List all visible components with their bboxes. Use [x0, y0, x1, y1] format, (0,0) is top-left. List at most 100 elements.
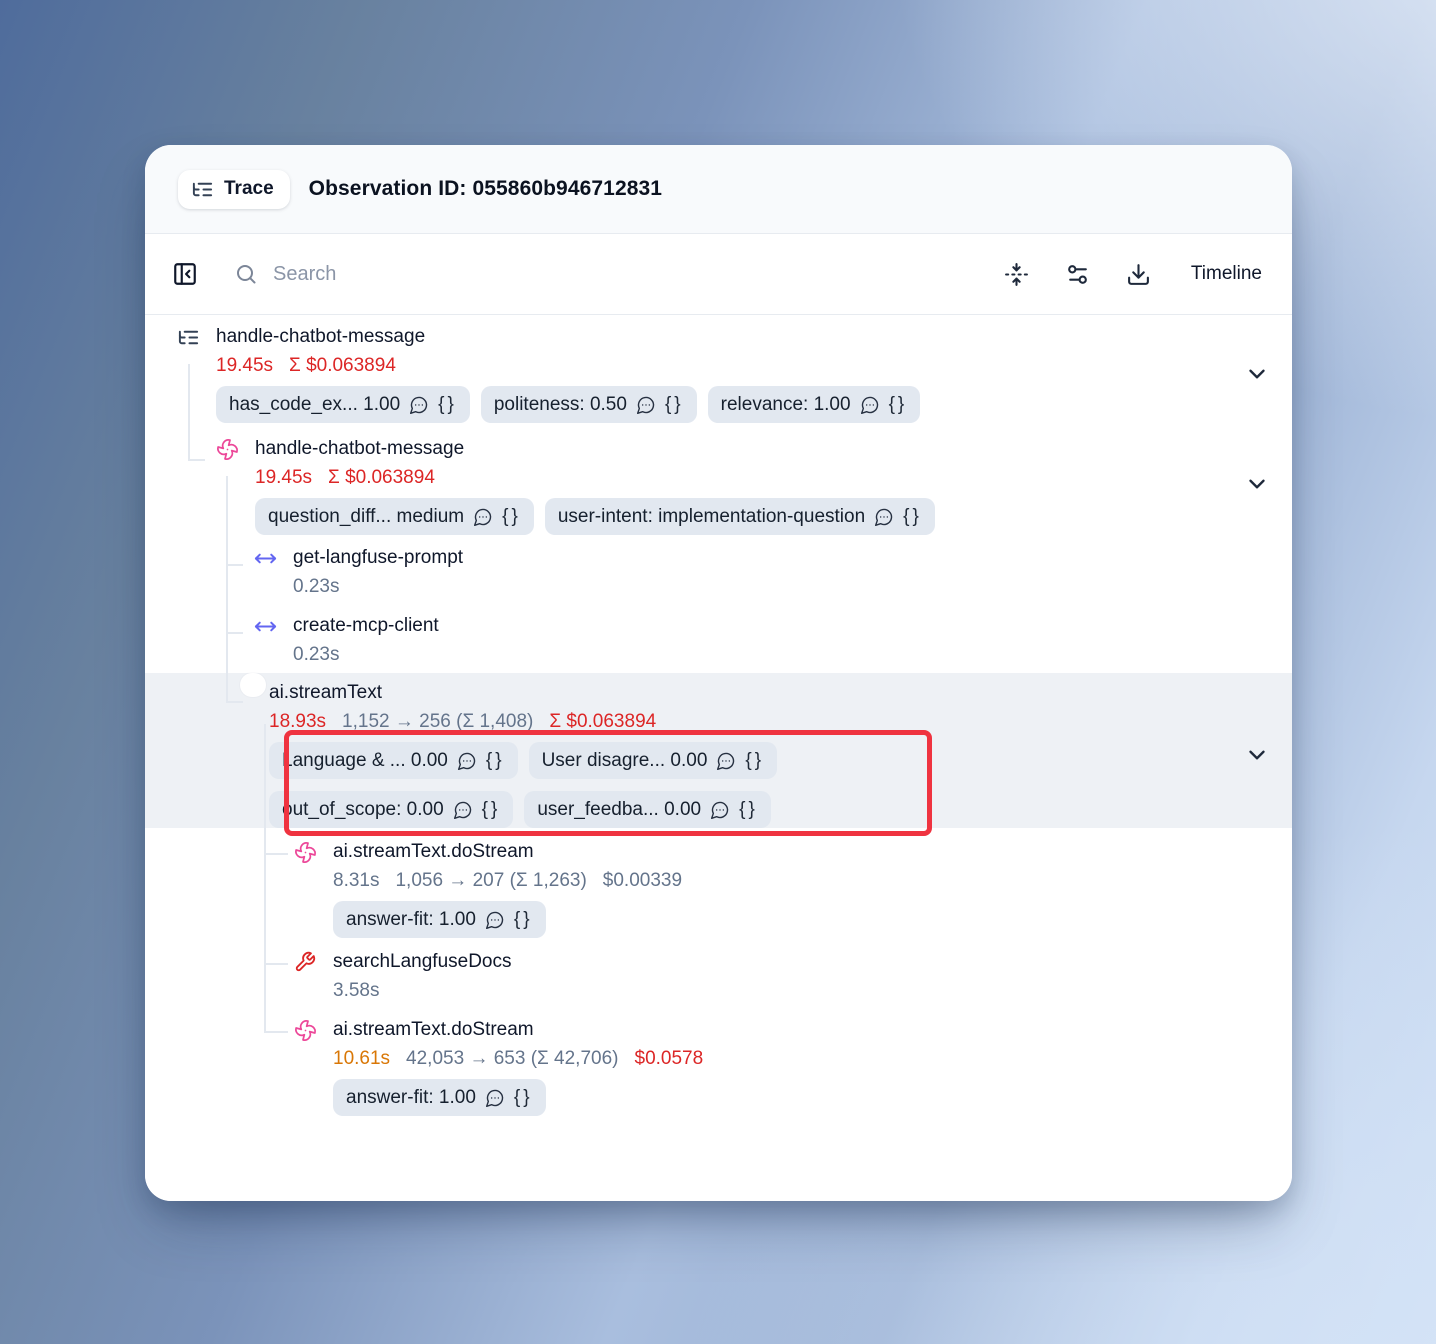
- comment-bubble-icon: [453, 800, 473, 820]
- tree-row-generation[interactable]: handle-chatbot-message 19.45s Σ $0.06389…: [145, 438, 1292, 535]
- list-tree-icon: [176, 325, 200, 349]
- row-title: create-mcp-client: [293, 615, 439, 637]
- trace-detail-panel: Trace Observation ID: 055860b946712831: [145, 145, 1292, 1201]
- toolbar: Timeline: [145, 234, 1292, 315]
- comment-bubble-icon: [716, 751, 736, 771]
- score-badge-text: answer-fit: 1.00: [346, 1086, 476, 1109]
- trace-badge[interactable]: Trace: [178, 170, 290, 209]
- comment-bubble-icon: [409, 395, 429, 415]
- score-badge-text: answer-fit: 1.00: [346, 908, 476, 931]
- comment-bubble-icon: [473, 507, 493, 527]
- row-cost: $0.0578: [635, 1048, 704, 1070]
- page-title: Observation ID: 055860b946712831: [309, 177, 662, 201]
- row-title: searchLangfuseDocs: [333, 951, 512, 973]
- search-box: [234, 262, 1004, 286]
- tree-row-span-selected[interactable]: ai.streamText 18.93s 1,152 → 256 (Σ 1,40…: [145, 682, 1292, 828]
- span-arrows-icon: [253, 546, 277, 570]
- score-metadata: {}: [514, 1086, 533, 1109]
- score-metadata: {}: [438, 393, 457, 416]
- score-badge[interactable]: question_diff... medium {}: [255, 498, 534, 535]
- search-icon: [234, 262, 258, 286]
- tree-row-trace-root[interactable]: handle-chatbot-message 19.45s Σ $0.06389…: [145, 326, 1292, 423]
- row-duration: 19.45s: [255, 467, 312, 489]
- tree-row-generation[interactable]: ai.streamText.doStream 8.31s 1,056 → 207…: [145, 841, 1292, 938]
- score-metadata: {}: [903, 505, 922, 528]
- view-settings-button[interactable]: [1065, 262, 1090, 287]
- row-duration: 0.23s: [293, 576, 339, 598]
- tree-row-tool[interactable]: searchLangfuseDocs 3.58s: [145, 951, 1292, 1002]
- tree-row-span[interactable]: create-mcp-client 0.23s: [145, 615, 1292, 666]
- row-duration: 18.93s: [269, 711, 326, 733]
- row-title: handle-chatbot-message: [255, 438, 935, 460]
- comment-bubble-icon: [485, 1088, 505, 1108]
- score-badge-text: User disagre... 0.00: [542, 749, 708, 772]
- row-duration: 19.45s: [216, 355, 273, 377]
- score-badge-text: out_of_scope: 0.00: [282, 798, 444, 821]
- download-button[interactable]: [1126, 262, 1151, 287]
- panel-left-close-icon: [172, 261, 198, 287]
- score-badge-text: relevance: 1.00: [721, 393, 851, 416]
- tree-row-generation[interactable]: ai.streamText.doStream 10.61s 42,053 → 6…: [145, 1019, 1292, 1116]
- comment-bubble-icon: [485, 910, 505, 930]
- row-total-cost: Σ $0.063894: [328, 467, 435, 489]
- row-duration: 0.23s: [293, 644, 339, 666]
- row-title: ai.streamText.doStream: [333, 841, 682, 863]
- score-metadata: {}: [745, 749, 764, 772]
- score-badge-text: user_feedba... 0.00: [537, 798, 701, 821]
- list-tree-icon: [191, 178, 214, 201]
- row-total-cost: Σ $0.063894: [289, 355, 396, 377]
- search-input[interactable]: [273, 263, 873, 286]
- score-metadata: {}: [665, 393, 684, 416]
- wrench-icon: [293, 950, 317, 974]
- span-arrows-icon: [253, 614, 277, 638]
- score-metadata: {}: [486, 749, 505, 772]
- row-total-cost: Σ $0.063894: [549, 711, 656, 733]
- panel-header: Trace Observation ID: 055860b946712831: [145, 145, 1292, 234]
- fold-vertical-icon: [1004, 262, 1029, 287]
- score-badge[interactable]: User disagre... 0.00 {}: [529, 742, 778, 779]
- score-metadata: {}: [482, 798, 501, 821]
- generation-fan-icon: [215, 437, 239, 461]
- row-title: ai.streamText.doStream: [333, 1019, 703, 1041]
- trace-badge-label: Trace: [224, 178, 274, 200]
- comment-bubble-icon: [636, 395, 656, 415]
- row-title: ai.streamText: [269, 682, 777, 704]
- trace-tree: handle-chatbot-message 19.45s Σ $0.06389…: [145, 315, 1292, 1201]
- generation-fan-icon: [293, 840, 317, 864]
- score-badge[interactable]: Language & ... 0.00 {}: [269, 742, 518, 779]
- row-title: get-langfuse-prompt: [293, 547, 463, 569]
- timeline-toggle[interactable]: Timeline: [1191, 263, 1262, 285]
- score-badge-text: Language & ... 0.00: [282, 749, 448, 772]
- score-metadata: {}: [739, 798, 758, 821]
- generation-fan-icon: [293, 1018, 317, 1042]
- row-duration: 10.61s: [333, 1048, 390, 1070]
- score-badge[interactable]: politeness: 0.50 {}: [481, 386, 697, 423]
- score-metadata: {}: [502, 505, 521, 528]
- score-badge-text: user-intent: implementation-question: [558, 505, 865, 528]
- comment-bubble-icon: [874, 507, 894, 527]
- score-metadata: {}: [514, 908, 533, 931]
- collapse-all-button[interactable]: [1004, 262, 1029, 287]
- score-badge-text: has_code_ex... 1.00: [229, 393, 400, 416]
- score-badge-text: question_diff... medium: [268, 505, 464, 528]
- score-badge[interactable]: answer-fit: 1.00 {}: [333, 901, 546, 938]
- row-tokens: 42,053 → 653 (Σ 42,706): [406, 1048, 618, 1070]
- comment-bubble-icon: [457, 751, 477, 771]
- score-badge[interactable]: has_code_ex... 1.00 {}: [216, 386, 470, 423]
- score-badge[interactable]: out_of_scope: 0.00 {}: [269, 791, 513, 828]
- row-duration: 8.31s: [333, 870, 379, 892]
- score-badge[interactable]: user-intent: implementation-question {}: [545, 498, 935, 535]
- score-badge[interactable]: relevance: 1.00 {}: [708, 386, 921, 423]
- row-tokens: 1,056 → 207 (Σ 1,263): [395, 870, 586, 892]
- score-badge[interactable]: user_feedba... 0.00 {}: [524, 791, 770, 828]
- toolbar-actions: Timeline: [1004, 262, 1262, 287]
- tree-row-span[interactable]: get-langfuse-prompt 0.23s: [145, 547, 1292, 598]
- comment-bubble-icon: [710, 800, 730, 820]
- score-badge[interactable]: answer-fit: 1.00 {}: [333, 1079, 546, 1116]
- collapse-panel-button[interactable]: [172, 261, 198, 287]
- score-badge-text: politeness: 0.50: [494, 393, 627, 416]
- settings-sliders-icon: [1065, 262, 1090, 287]
- score-metadata: {}: [889, 393, 908, 416]
- comment-bubble-icon: [860, 395, 880, 415]
- span-arrows-icon: [240, 673, 266, 697]
